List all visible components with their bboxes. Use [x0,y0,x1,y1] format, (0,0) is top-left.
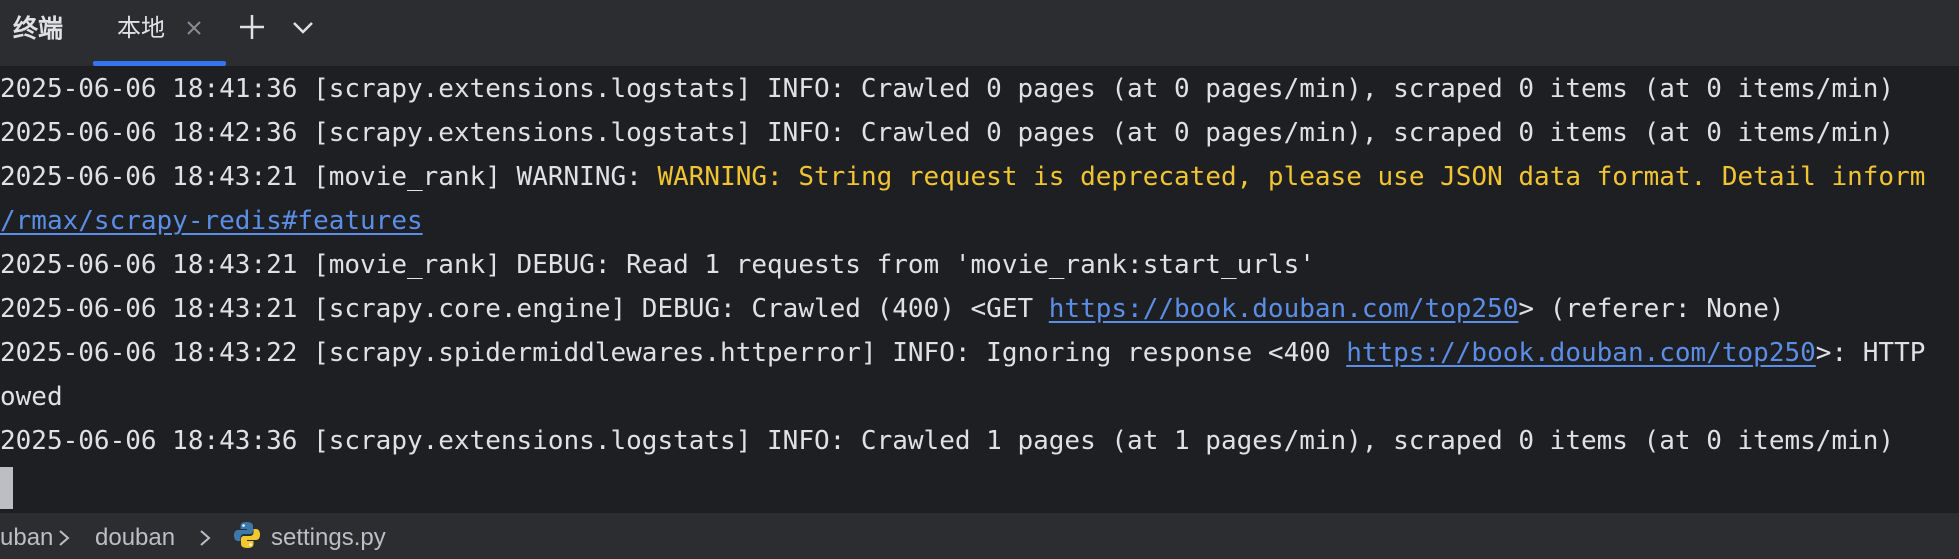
chevron-right-icon [59,530,70,546]
breadcrumb-item-file[interactable]: settings.py [271,521,386,555]
terminal-line: 2025-06-06 18:43:36 [scrapy.extensions.l… [0,419,1894,463]
log-text: 2025-06-06 18:43:21 [movie_rank] WARNING… [0,162,658,192]
log-text: 2025-06-06 18:43:36 [scrapy.extensions.l… [0,426,1895,456]
terminal-line: 2025-06-06 18:43:21 [movie_rank] WARNING… [0,155,1925,199]
terminal-line: 2025-06-06 18:43:21 [scrapy.core.engine]… [0,287,1785,331]
terminal-line: /rmax/scrapy-redis#features [0,199,423,243]
close-icon[interactable] [183,17,205,39]
log-text: 2025-06-06 18:43:21 [scrapy.core.engine]… [0,294,1049,324]
breadcrumb-item-folder[interactable]: douban [95,521,175,555]
terminal-line: 2025-06-06 18:43:22 [scrapy.spidermiddle… [0,331,1925,375]
warning-text: WARNING: String request is deprecated, p… [657,162,1926,192]
terminal-line: owed [0,375,63,419]
python-file-icon [234,522,260,548]
terminal-line: 2025-06-06 18:42:36 [scrapy.extensions.l… [0,111,1894,155]
terminal-line: 2025-06-06 18:41:36 [scrapy.extensions.l… [0,67,1894,111]
terminal-output[interactable]: 2025-06-06 18:41:36 [scrapy.extensions.l… [0,67,1959,513]
log-text: > (referer: None) [1518,294,1785,324]
chevron-right-icon [200,530,211,546]
terminal-line: 2025-06-06 18:43:21 [movie_rank] DEBUG: … [0,243,1315,287]
active-tab-indicator [93,61,226,66]
url-link[interactable]: https://book.douban.com/top250 [1346,338,1816,368]
log-text: owed [0,382,63,412]
url-link[interactable]: https://book.douban.com/top250 [1049,294,1519,324]
log-text: 2025-06-06 18:41:36 [scrapy.extensions.l… [0,74,1895,104]
tool-window-title: 终端 [13,15,64,43]
chevron-down-icon[interactable] [290,17,316,39]
log-text: 2025-06-06 18:42:36 [scrapy.extensions.l… [0,118,1895,148]
tab-local[interactable]: 本地 [93,0,226,66]
terminal-tab-bar: 终端 本地 [0,0,1959,67]
url-link[interactable]: /rmax/scrapy-redis#features [0,206,423,236]
terminal-cursor [0,467,13,509]
tab-label: 本地 [117,15,165,42]
breadcrumb-item-project[interactable]: uban [0,521,53,555]
log-text: 2025-06-06 18:43:22 [scrapy.spidermiddle… [0,338,1347,368]
log-text: >: HTTP [1815,338,1926,368]
plus-icon[interactable] [237,12,267,42]
log-text: 2025-06-06 18:43:21 [movie_rank] DEBUG: … [0,250,1315,280]
breadcrumb: uban douban settings.py [0,513,1959,559]
